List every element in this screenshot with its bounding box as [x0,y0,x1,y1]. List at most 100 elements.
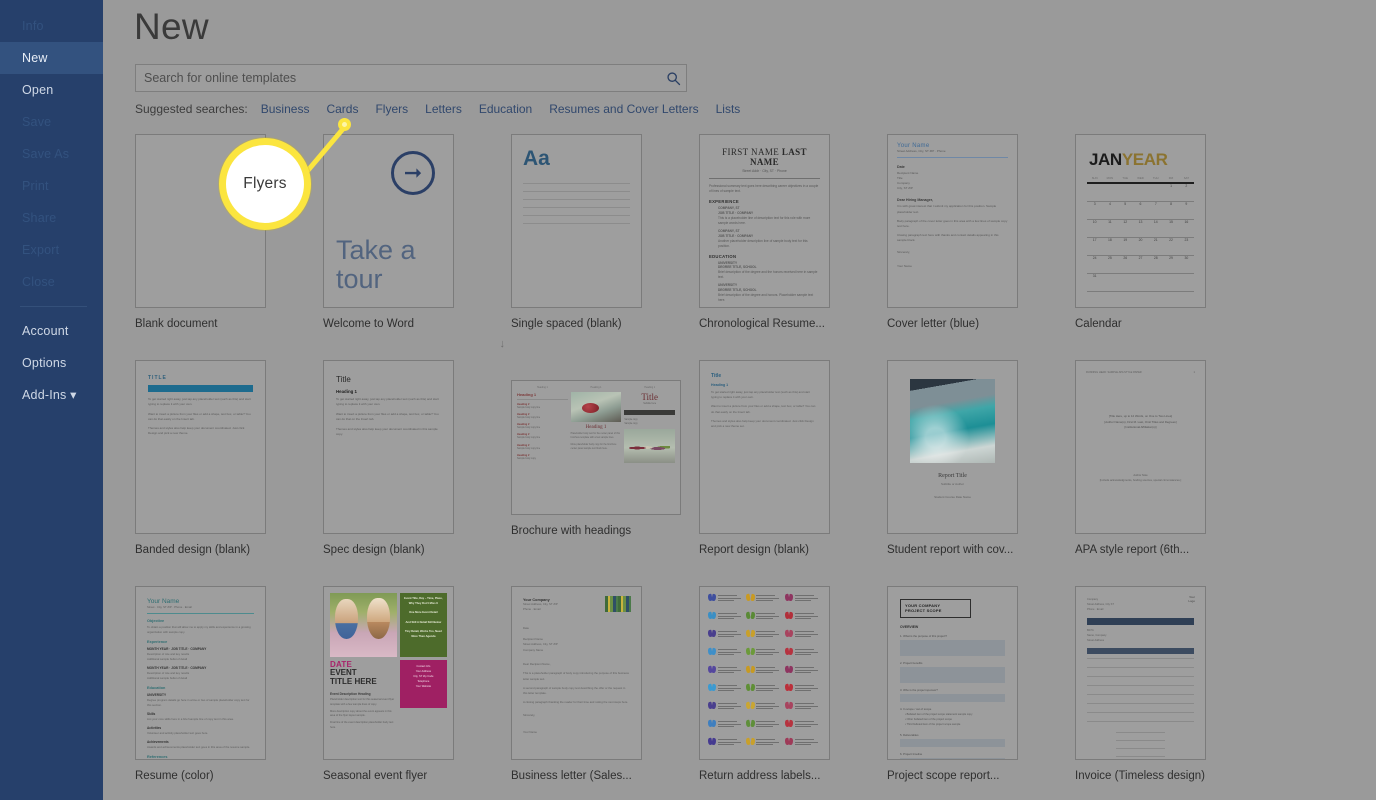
butterfly-icon [785,630,793,637]
calendar-week: 3456789 [1087,202,1194,220]
suggested-link-business[interactable]: Business [261,102,310,116]
sidebar-item-add-ins[interactable]: Add-Ins ▾ [0,379,103,411]
project-scope-title-box: YOUR COMPANY PROJECT SCOPE [900,599,972,618]
template-thumbnail-apa-report[interactable]: RUNNING HEAD: SAMPLE APA STYLE PAPER 1 [T… [1075,360,1206,534]
template-card-business-letter[interactable]: Your Company Street Address, City, ST ZI… [511,586,699,800]
invoice-totals [1087,731,1194,757]
template-card-student-report[interactable]: Report Title Subtitle or Author Student … [887,360,1075,586]
brochure-panel-center: Heading 1 Heading 1 Placeholder body tex… [570,386,622,451]
butterfly-icon [746,720,754,727]
sidebar-item-account[interactable]: Account [0,315,103,347]
suggested-link-lists[interactable]: Lists [716,102,741,116]
sidebar-item-open[interactable]: Open [0,74,103,106]
template-card-resume-color[interactable]: Your Name Street · City, ST ZIP · Phone … [135,586,323,800]
template-card-chronological-resume[interactable]: FIRST NAME LAST NAME Street Addr · City,… [699,134,887,360]
sidebar-divider [20,306,87,307]
template-card-report-design[interactable]: Title Heading 1 To get started right awa… [699,360,887,586]
search-icon[interactable] [660,65,686,91]
template-thumbnail-resume-color[interactable]: Your Name Street · City, ST ZIP · Phone … [135,586,266,760]
butterfly-icon [708,666,716,673]
flyer-photo [330,593,397,657]
template-card-spec-design[interactable]: Title Heading 1 To get started right awa… [323,360,511,586]
take-a-tour-text: Take a tour [336,235,416,294]
template-thumbnail-cover-letter-blue[interactable]: Your Name Street Address, City, ST ZIP ·… [887,134,1018,308]
template-thumbnail-return-address-labels[interactable] [699,586,830,760]
template-label: Project scope report... [887,770,1000,782]
template-card-invoice[interactable]: Your Logo Company Street Address, City ST… [1075,586,1263,800]
template-thumbnail-calendar[interactable]: JANYEAR SUN MON TUE WED THU FRI SAT 1234567891… [1075,134,1206,308]
template-thumbnail-student-report[interactable]: Report Title Subtitle or Author Student … [887,360,1018,534]
butterfly-icon [785,666,793,673]
template-card-single-spaced-blank[interactable]: Aa Single spaced (blank) [511,134,699,360]
template-card-seasonal-flyer[interactable]: Event Title, Day – Time, Place, Why They… [323,586,511,800]
template-label: Calendar [1075,318,1122,330]
butterfly-icon [746,594,754,601]
template-card-return-address-labels[interactable]: Return address labels... [699,586,887,800]
template-card-brochure[interactable]: Heading 1 Heading 1 Heading 2 Sample bod… [511,360,699,586]
template-label: Resume (color) [135,770,214,782]
text-lines [523,183,630,231]
template-thumbnail-welcome-to-word[interactable]: ➞ Take a tour [323,134,454,308]
template-thumbnail-banded-design[interactable]: TITLE To get started right away, just ta… [135,360,266,534]
search-box[interactable] [135,64,687,92]
template-card-cover-letter-blue[interactable]: Your Name Street Address, City, ST ZIP ·… [887,134,1075,360]
resume-section: EDUCATION [709,253,737,259]
address-label-cell [746,684,782,701]
template-label: Student report with cov... [887,544,1014,556]
butterfly-icon [785,594,793,601]
template-thumbnail-seasonal-flyer[interactable]: Event Title, Day – Time, Place, Why They… [323,586,454,760]
butterfly-icon [746,630,754,637]
template-card-calendar[interactable]: JANYEAR SUN MON TUE WED THU FRI SAT 1234567891… [1075,134,1263,360]
spec-title: Title [336,375,351,384]
calendar-dow: TUE [1122,176,1128,180]
address-label-text [718,666,744,675]
butterfly-icon [785,684,793,691]
template-thumbnail-invoice[interactable]: Your Logo Company Street Address, City ST… [1075,586,1206,760]
address-label-cell [708,702,744,719]
download-icon: ↓ [499,338,506,350]
suggested-link-flyers[interactable]: Flyers [375,102,408,116]
address-label-text [794,684,821,693]
butterfly-icon [746,684,754,691]
search-input[interactable] [136,65,660,91]
address-label-text [756,612,782,621]
butterfly-icon [708,684,716,691]
template-thumbnail-report-design[interactable]: Title Heading 1 To get started right awa… [699,360,830,534]
address-label-text [718,720,744,729]
apa-note-block: Author Note [Include acknowledgments, fu… [1099,473,1182,482]
flyer-contact-item: Your Website [415,684,432,688]
template-card-welcome-to-word[interactable]: ➞ Take a tour Welcome to Word ↓ [323,134,511,360]
sidebar-item-options[interactable]: Options [0,347,103,379]
calendar-dow: SAT [1183,176,1189,180]
template-thumbnail-business-letter[interactable]: Your Company Street Address, City, ST ZI… [511,586,642,760]
address-label-cell [708,684,744,701]
address-label-text [794,702,821,711]
suggested-link-cards[interactable]: Cards [326,102,358,116]
banded-accent-bar [148,385,253,392]
resume-section: EXPERIENCE [709,198,739,204]
template-thumbnail-brochure[interactable]: Heading 1 Heading 1 Heading 2 Sample bod… [511,380,681,515]
template-card-apa-report[interactable]: RUNNING HEAD: SAMPLE APA STYLE PAPER 1 [T… [1075,360,1263,586]
template-card-project-scope[interactable]: YOUR COMPANY PROJECT SCOPE OVERVIEW 1. W… [887,586,1075,800]
address-label-text [718,612,744,621]
address-label-text [718,648,744,657]
suggested-link-letters[interactable]: Letters [425,102,462,116]
template-label: Welcome to Word [323,318,414,330]
address-label-text [794,738,821,747]
template-thumbnail-project-scope[interactable]: YOUR COMPANY PROJECT SCOPE OVERVIEW 1. W… [887,586,1018,760]
sidebar-item-new[interactable]: New [0,42,103,74]
template-card-banded-design[interactable]: TITLE To get started right away, just ta… [135,360,323,586]
template-thumbnail-single-spaced-blank[interactable]: Aa [511,134,642,308]
template-thumbnail-spec-design[interactable]: Title Heading 1 To get started right awa… [323,360,454,534]
butterfly-icon [746,738,754,745]
address-label-text [718,684,744,693]
brochure-dark-band [624,410,676,416]
calendar-week: 10 11 12 13 14 15 16 [1087,220,1194,238]
suggested-link-resumes-and-cover-letters[interactable]: Resumes and Cover Letters [549,102,698,116]
calendar-dow: THU [1152,176,1159,180]
address-label-text [794,648,821,657]
template-thumbnail-chronological-resume[interactable]: FIRST NAME LAST NAME Street Addr · City,… [699,134,830,308]
address-label-cell [785,630,821,647]
suggested-link-education[interactable]: Education [479,102,532,116]
brochure-photo-2 [624,429,676,464]
